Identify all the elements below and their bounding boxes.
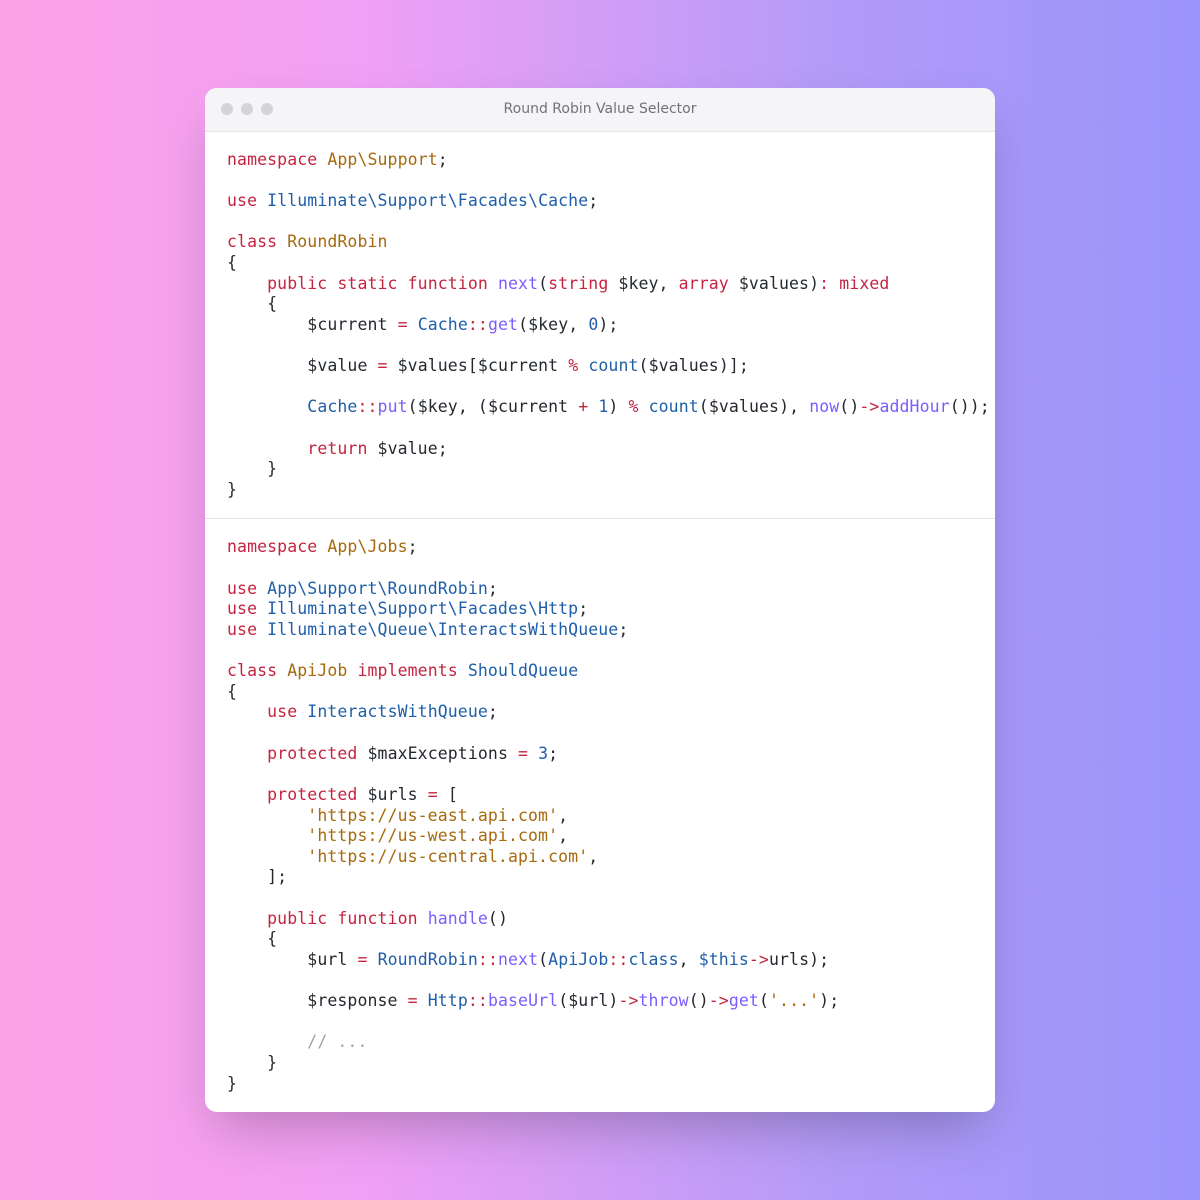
- param-values: $values: [739, 274, 809, 293]
- url-literal: 'https://us-west.api.com': [307, 826, 558, 845]
- comment: // ...: [307, 1032, 367, 1051]
- method-get: get: [729, 991, 759, 1010]
- var-maxexceptions: $maxExceptions: [368, 744, 508, 763]
- code-block-2: namespace App\Jobs; use App\Support\Roun…: [205, 519, 995, 1112]
- kw-public: public: [267, 274, 327, 293]
- cache-class: Cache: [418, 315, 468, 334]
- method-addhour: addHour: [879, 397, 949, 416]
- kw-class: class: [227, 232, 277, 251]
- method-put: put: [378, 397, 408, 416]
- use-import: Illuminate\Support\Facades\Cache: [267, 191, 588, 210]
- literal-zero: 0: [588, 315, 598, 334]
- class-name: RoundRobin: [287, 232, 387, 251]
- trait-interactswithqueue: InteractsWithQueue: [307, 702, 488, 721]
- kw-implements: implements: [357, 661, 457, 680]
- titlebar: Round Robin Value Selector: [205, 88, 995, 132]
- type-mixed: mixed: [839, 274, 889, 293]
- kw-return: return: [307, 439, 367, 458]
- param-key: $key: [618, 274, 658, 293]
- var-urls: $urls: [368, 785, 418, 804]
- fn-next: next: [498, 274, 538, 293]
- type-string: string: [548, 274, 608, 293]
- fn-handle: handle: [428, 909, 488, 928]
- url-literal: 'https://us-east.api.com': [307, 806, 558, 825]
- class-apijob: ApiJob: [287, 661, 347, 680]
- kw-namespace: namespace: [227, 150, 317, 169]
- interface-shouldqueue: ShouldQueue: [468, 661, 578, 680]
- kw-static: static: [337, 274, 397, 293]
- var-value: $value: [307, 356, 367, 375]
- kw-use: use: [227, 191, 257, 210]
- method-throw: throw: [639, 991, 689, 1010]
- kw-function: function: [408, 274, 488, 293]
- fn-now: now: [809, 397, 839, 416]
- var-url: $url: [307, 950, 347, 969]
- var-response: $response: [307, 991, 397, 1010]
- fn-count: count: [588, 356, 638, 375]
- window: Round Robin Value Selector namespace App…: [205, 88, 995, 1113]
- method-get: get: [488, 315, 518, 334]
- namespace-name: App\Support: [327, 150, 437, 169]
- code-block-1: namespace App\Support; use Illuminate\Su…: [205, 132, 995, 519]
- literal-one: 1: [598, 397, 608, 416]
- method-baseurl: baseUrl: [488, 991, 558, 1010]
- url-literal: 'https://us-central.api.com': [307, 847, 588, 866]
- var-current: $current: [307, 315, 387, 334]
- kw-protected: protected: [267, 744, 357, 763]
- literal-three: 3: [538, 744, 548, 763]
- type-array: array: [679, 274, 729, 293]
- window-title: Round Robin Value Selector: [205, 101, 995, 117]
